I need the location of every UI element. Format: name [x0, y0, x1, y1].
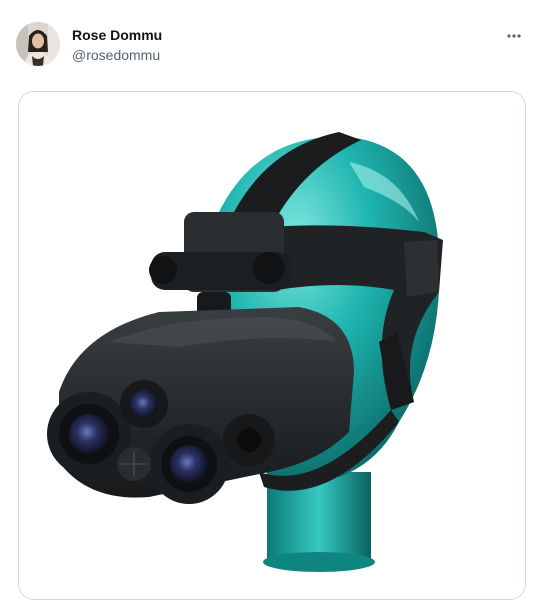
- author-info: Rose Dommu @rosedommu: [72, 27, 162, 64]
- ellipsis-icon: [507, 34, 521, 38]
- author-handle[interactable]: @rosedommu: [72, 46, 162, 64]
- author-display-name[interactable]: Rose Dommu: [72, 27, 162, 44]
- tweet: Rose Dommu @rosedommu: [0, 0, 542, 607]
- tweet-header: Rose Dommu @rosedommu: [16, 22, 530, 68]
- tweet-media-card[interactable]: [18, 91, 526, 600]
- author-avatar[interactable]: [16, 22, 60, 66]
- more-options-button[interactable]: [500, 22, 528, 50]
- user-avatar-icon: [16, 22, 60, 66]
- night-vision-goggles-photo: [19, 92, 525, 599]
